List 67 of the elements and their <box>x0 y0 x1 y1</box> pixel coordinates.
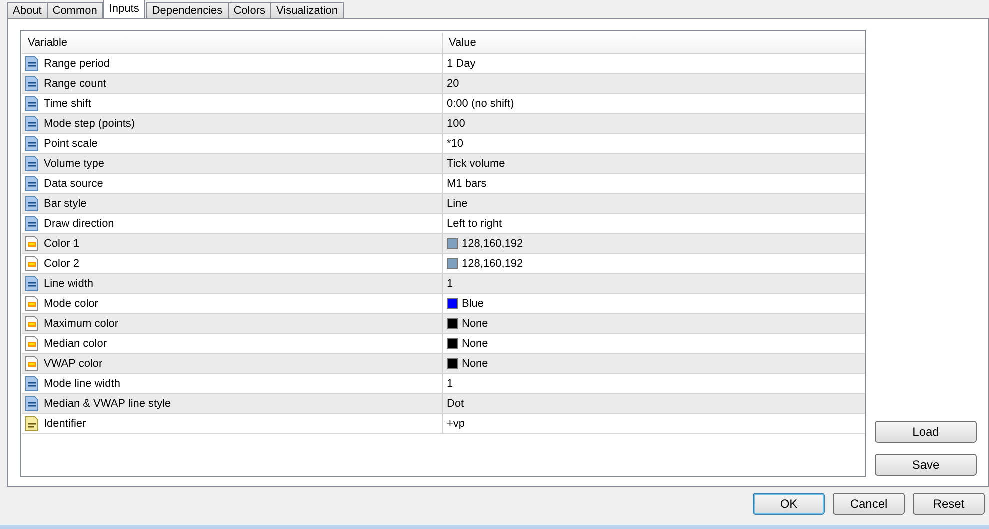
variable-name: Color 2 <box>44 258 80 270</box>
tab[interactable]: Common <box>46 2 104 18</box>
variable-value[interactable]: None <box>462 338 488 350</box>
variable-name: Line width <box>44 278 94 290</box>
variable-name: Draw direction <box>44 218 114 230</box>
variable-name: Volume type <box>44 158 105 170</box>
color-type-icon <box>24 316 40 332</box>
variable-name: Identifier <box>44 418 86 430</box>
reset-button[interactable]: Reset <box>913 493 985 515</box>
number-type-icon <box>24 116 40 132</box>
ok-button[interactable]: OK <box>753 493 825 515</box>
variable-name: Range count <box>44 78 106 90</box>
variable-name: Time shift <box>44 98 92 110</box>
number-type-icon <box>24 136 40 152</box>
variable-name: Median color <box>44 338 107 350</box>
variable-name: Median & VWAP line style <box>44 398 172 410</box>
number-type-icon <box>24 276 40 292</box>
variable-value[interactable]: 1 <box>447 378 454 390</box>
text-type-icon <box>24 416 40 432</box>
variable-value[interactable]: 1 Day <box>447 58 476 70</box>
variable-name: Point scale <box>44 138 98 150</box>
variable-name: Maximum color <box>44 318 119 330</box>
variable-value[interactable]: 0:00 (no shift) <box>447 98 514 110</box>
variable-name: Bar style <box>44 198 87 210</box>
variable-value[interactable]: *10 <box>447 138 464 150</box>
variable-name: Data source <box>44 178 104 190</box>
tab[interactable]: Colors <box>228 2 272 18</box>
variable-value[interactable]: Dot <box>447 398 464 410</box>
color-type-icon <box>24 356 40 372</box>
number-type-icon <box>24 396 40 412</box>
color-type-icon <box>24 236 40 252</box>
variable-value[interactable]: M1 bars <box>447 178 487 190</box>
variable-value[interactable]: Tick volume <box>447 158 506 170</box>
variable-value[interactable]: None <box>462 318 488 330</box>
cancel-button[interactable]: Cancel <box>833 493 905 515</box>
variable-value[interactable]: 20 <box>447 78 460 90</box>
variable-name: Mode step (points) <box>44 118 136 130</box>
tab[interactable]: Inputs <box>103 0 146 18</box>
variable-value[interactable]: None <box>462 358 488 370</box>
number-type-icon <box>24 376 40 392</box>
variable-name: Mode color <box>44 298 98 310</box>
number-type-icon <box>24 216 40 232</box>
number-type-icon <box>24 56 40 72</box>
tab[interactable]: Visualization <box>270 2 344 18</box>
save-button[interactable]: Save <box>875 454 977 476</box>
number-type-icon <box>24 176 40 192</box>
variable-name: Range period <box>44 58 110 70</box>
variable-value[interactable]: Blue <box>462 298 484 310</box>
load-button[interactable]: Load <box>875 421 977 443</box>
variable-name: Color 1 <box>44 238 80 250</box>
tab[interactable]: Dependencies <box>146 2 229 18</box>
variable-value[interactable]: Left to right <box>447 218 502 230</box>
number-type-icon <box>24 76 40 92</box>
variable-value[interactable]: +vp <box>447 418 466 430</box>
column-header[interactable]: Variable <box>22 33 443 53</box>
variable-value[interactable]: 100 <box>447 118 466 130</box>
number-type-icon <box>24 156 40 172</box>
number-type-icon <box>24 96 40 112</box>
variable-value[interactable]: 128,160,192 <box>462 258 524 270</box>
variable-name: VWAP color <box>44 358 103 370</box>
variable-value[interactable]: 1 <box>447 278 454 290</box>
variable-name: Mode line width <box>44 378 120 390</box>
tab[interactable]: About <box>7 2 48 18</box>
number-type-icon <box>24 196 40 212</box>
column-header[interactable]: Value <box>443 33 865 53</box>
variable-value[interactable]: Line <box>447 198 468 210</box>
variable-value[interactable]: 128,160,192 <box>462 238 524 250</box>
